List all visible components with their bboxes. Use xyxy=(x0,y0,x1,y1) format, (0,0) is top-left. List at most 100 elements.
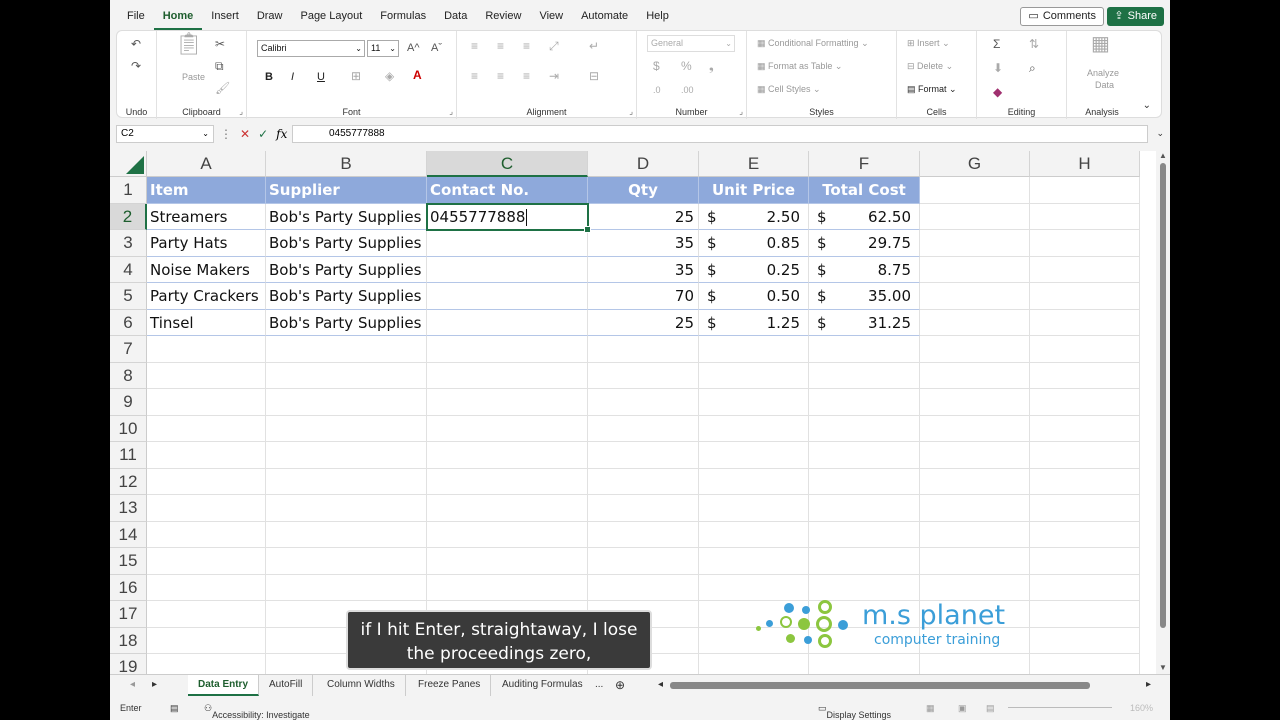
cell-supplier[interactable]: Bob's Party Supplies xyxy=(266,256,427,283)
row-header-4[interactable]: 4 xyxy=(110,256,147,283)
cell-unit-price[interactable]: $2.50 xyxy=(699,203,809,230)
empty-cell[interactable] xyxy=(809,362,920,389)
insert-function-icon[interactable]: fx xyxy=(276,127,287,141)
format-button[interactable]: ▤ Format ⌄ xyxy=(907,84,957,95)
empty-cell[interactable] xyxy=(809,521,920,548)
empty-cell[interactable] xyxy=(147,548,266,575)
empty-cell[interactable] xyxy=(920,203,1030,230)
empty-cell[interactable] xyxy=(920,574,1030,601)
empty-cell[interactable] xyxy=(588,415,699,442)
empty-cell[interactable] xyxy=(699,548,809,575)
empty-cell[interactable] xyxy=(699,362,809,389)
menu-review[interactable]: Review xyxy=(476,0,530,30)
cell-total-cost[interactable]: $62.50 xyxy=(809,203,920,230)
empty-cell[interactable] xyxy=(427,574,588,601)
empty-cell[interactable] xyxy=(266,442,427,469)
find-select-icon[interactable]: ⌕ xyxy=(1029,61,1036,75)
empty-cell[interactable] xyxy=(266,389,427,416)
cell-contact[interactable] xyxy=(427,283,588,310)
sort-filter-icon[interactable]: ⇅ xyxy=(1029,37,1039,51)
empty-cell[interactable] xyxy=(920,389,1030,416)
cell-unit-price[interactable]: $0.25 xyxy=(699,256,809,283)
empty-cell[interactable] xyxy=(588,362,699,389)
empty-cell[interactable] xyxy=(920,521,1030,548)
empty-cell[interactable] xyxy=(266,574,427,601)
empty-cell[interactable] xyxy=(1030,256,1140,283)
column-header-d[interactable]: D xyxy=(588,151,699,177)
empty-cell[interactable] xyxy=(1030,389,1140,416)
empty-cell[interactable] xyxy=(699,574,809,601)
cell-qty[interactable]: 35 xyxy=(588,256,699,283)
name-box[interactable]: C2 ⌄ xyxy=(116,125,214,143)
percent-icon[interactable]: % xyxy=(681,59,692,73)
comments-button[interactable]: ▭ Comments xyxy=(1020,7,1104,26)
empty-cell[interactable] xyxy=(1030,362,1140,389)
empty-cell[interactable] xyxy=(809,574,920,601)
comma-icon[interactable]: ❟ xyxy=(709,59,714,73)
clear-icon[interactable]: ◆ xyxy=(993,85,1002,99)
merge-center-icon[interactable]: ⊟ xyxy=(589,69,599,83)
hscroll-right-icon[interactable]: ▸ xyxy=(1146,679,1151,690)
row-header-12[interactable]: 12 xyxy=(110,468,147,495)
format-painter-icon[interactable]: 🖌︎ xyxy=(215,81,230,95)
align-center-icon[interactable]: ≡ xyxy=(497,69,504,83)
cell-qty[interactable]: 35 xyxy=(588,230,699,257)
empty-cell[interactable] xyxy=(147,468,266,495)
row-header-17[interactable]: 17 xyxy=(110,601,147,628)
accessibility-status[interactable]: ⚇ Accessibility: Investigate xyxy=(204,703,310,720)
vertical-scroll-thumb[interactable] xyxy=(1160,163,1166,628)
formula-input[interactable]: 0455777888 xyxy=(292,125,1148,143)
empty-cell[interactable] xyxy=(920,468,1030,495)
row-header-19[interactable]: 19 xyxy=(110,654,147,674)
empty-cell[interactable] xyxy=(1030,336,1140,363)
empty-cell[interactable] xyxy=(147,627,266,654)
hscroll-left-icon[interactable]: ◂ xyxy=(658,679,663,690)
empty-cell[interactable] xyxy=(920,495,1030,522)
sheet-tab-autofill[interactable]: AutoFill xyxy=(259,675,314,696)
cell-item[interactable]: Party Hats xyxy=(147,230,266,257)
empty-cell[interactable] xyxy=(266,336,427,363)
empty-cell[interactable] xyxy=(588,548,699,575)
empty-cell[interactable] xyxy=(1030,627,1140,654)
empty-cell[interactable] xyxy=(588,495,699,522)
align-left-icon[interactable]: ≡ xyxy=(471,69,478,83)
empty-cell[interactable] xyxy=(809,548,920,575)
add-sheet-icon[interactable]: ⊕ xyxy=(615,678,625,692)
expand-formula-icon[interactable]: ⌄ xyxy=(1156,128,1164,139)
empty-cell[interactable] xyxy=(1030,574,1140,601)
page-layout-view-icon[interactable]: ▣ xyxy=(958,703,967,714)
empty-cell[interactable] xyxy=(427,336,588,363)
empty-cell[interactable] xyxy=(699,389,809,416)
empty-cell[interactable] xyxy=(699,521,809,548)
empty-cell[interactable] xyxy=(1030,177,1140,204)
cell-supplier[interactable]: Bob's Party Supplies xyxy=(266,203,427,230)
empty-cell[interactable] xyxy=(920,442,1030,469)
cell-unit-price[interactable]: $1.25 xyxy=(699,309,809,336)
cell-supplier[interactable]: Bob's Party Supplies xyxy=(266,230,427,257)
row-header-16[interactable]: 16 xyxy=(110,574,147,601)
empty-cell[interactable] xyxy=(920,415,1030,442)
cell-unit-price[interactable]: $0.85 xyxy=(699,230,809,257)
table-header-unit-price[interactable]: Unit Price xyxy=(699,177,809,204)
row-header-14[interactable]: 14 xyxy=(110,521,147,548)
cell-supplier[interactable]: Bob's Party Supplies xyxy=(266,283,427,310)
column-header-e[interactable]: E xyxy=(699,151,809,177)
empty-cell[interactable] xyxy=(1030,203,1140,230)
column-header-a[interactable]: A xyxy=(147,151,266,177)
display-settings-button[interactable]: ▭ Display Settings xyxy=(818,703,891,720)
table-header-qty[interactable]: Qty xyxy=(588,177,699,204)
wrap-text-icon[interactable]: ↵ xyxy=(589,39,599,53)
menu-page-layout[interactable]: Page Layout xyxy=(291,0,371,30)
cell-contact[interactable] xyxy=(427,256,588,283)
increase-font-icon[interactable]: A^ xyxy=(407,41,420,55)
empty-cell[interactable] xyxy=(920,177,1030,204)
table-header-supplier[interactable]: Supplier xyxy=(266,177,427,204)
empty-cell[interactable] xyxy=(809,468,920,495)
alignment-launcher-icon[interactable]: ⌟ xyxy=(629,107,633,116)
cell-qty[interactable]: 25 xyxy=(588,309,699,336)
borders-icon[interactable]: ⊞ xyxy=(351,69,361,83)
align-right-icon[interactable]: ≡ xyxy=(523,69,530,83)
empty-cell[interactable] xyxy=(147,336,266,363)
more-sheets[interactable]: ... xyxy=(585,675,613,696)
row-header-1[interactable]: 1 xyxy=(110,177,147,204)
